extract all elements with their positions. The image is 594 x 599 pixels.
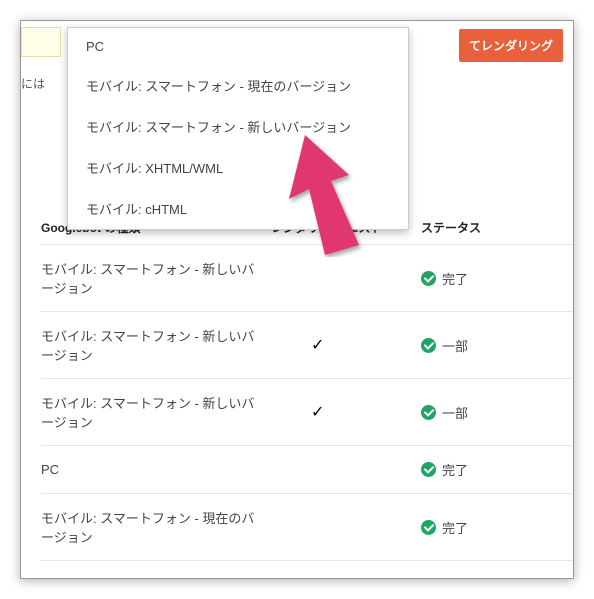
dropdown-option-mobile-new[interactable]: モバイル: スマートフォン - 新しいバージョン (68, 106, 408, 147)
highlight-box (21, 27, 61, 57)
success-icon (421, 271, 436, 286)
table-row[interactable]: モバイル: スマートフォン - 新しいバージョン✓ 一部 (41, 378, 573, 445)
cell-type: PC (41, 462, 271, 477)
app-frame: には てレンダリング PC モバイル: スマートフォン - 現在のバージョン モ… (20, 20, 574, 579)
left-truncated-label: には (21, 75, 45, 92)
table-row[interactable]: モバイル: スマートフォン - 新しいバージョン✓ 一部 (41, 311, 573, 378)
cell-render-request: ✓ (271, 335, 421, 355)
checkmark-icon: ✓ (271, 337, 324, 354)
cell-status: 完了 (421, 460, 571, 479)
success-icon (421, 405, 436, 420)
status-text: 完了 (442, 460, 468, 479)
success-icon (421, 462, 436, 477)
cell-type: モバイル: スマートフォン - 新しいバージョン (41, 326, 271, 364)
dropdown-option-xhtml-wml[interactable]: モバイル: XHTML/WML (68, 147, 408, 188)
cell-status: 完了 (421, 518, 571, 537)
success-icon (421, 338, 436, 353)
cell-type: モバイル: スマートフォン - 新しいバージョン (41, 393, 271, 431)
table-row[interactable]: モバイル: スマートフォン - 新しいバージョン 完了 (41, 244, 573, 311)
success-icon (421, 520, 436, 535)
table-row[interactable]: PC 完了 (41, 445, 573, 493)
cell-type: モバイル: スマートフォン - 現在のバージョン (41, 575, 271, 579)
googlebot-type-dropdown[interactable]: PC モバイル: スマートフォン - 現在のバージョン モバイル: スマートフォ… (67, 27, 409, 230)
status-text: 一部 (442, 336, 468, 355)
dropdown-option-pc[interactable]: PC (68, 28, 408, 65)
render-button[interactable]: てレンダリング (459, 29, 563, 62)
cell-render-request: ✓ (271, 402, 421, 422)
dropdown-option-mobile-current[interactable]: モバイル: スマートフォン - 現在のバージョン (68, 65, 408, 106)
status-text: 一部 (442, 403, 468, 422)
results-table: Googlebot の種類 レンダリ リクエスト ステータス モバイル: スマー… (41, 211, 573, 579)
cell-status: 一部 (421, 336, 571, 355)
cell-type: モバイル: スマートフォン - 新しいバージョン (41, 259, 271, 297)
checkmark-icon: ✓ (271, 404, 324, 421)
cell-type: モバイル: スマートフォン - 現在のバージョン (41, 508, 271, 546)
table-row[interactable]: モバイル: スマートフォン - 現在のバージョン!見つかりませんでした (41, 560, 573, 579)
cell-status: 一部 (421, 403, 571, 422)
status-text: 完了 (442, 518, 468, 537)
header-status: ステータス (421, 219, 571, 236)
dropdown-option-chtml[interactable]: モバイル: cHTML (68, 188, 408, 229)
table-row[interactable]: モバイル: スマートフォン - 現在のバージョン 完了 (41, 493, 573, 560)
status-text: 完了 (442, 269, 468, 288)
cell-status: 完了 (421, 269, 571, 288)
